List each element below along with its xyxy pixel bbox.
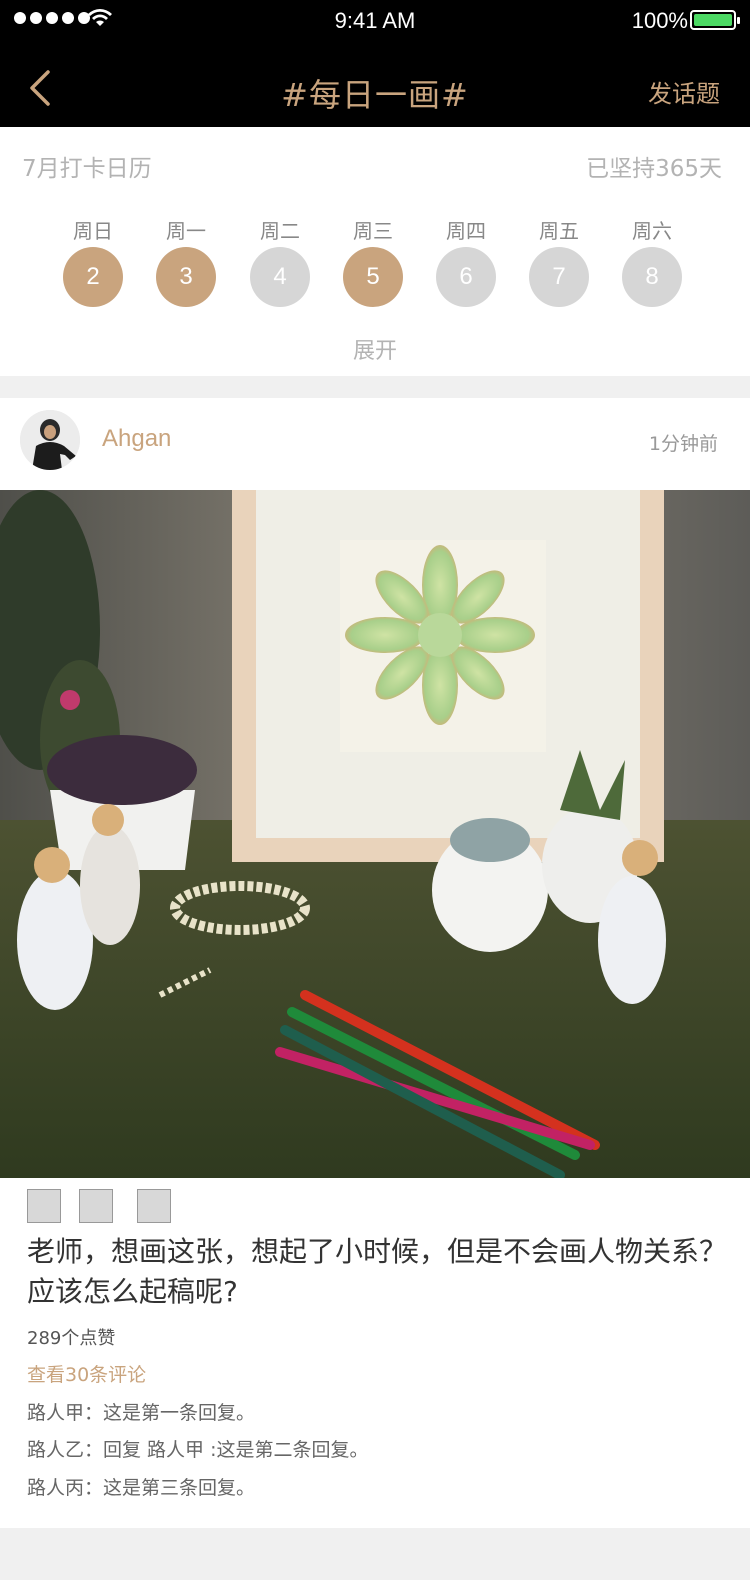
day-circle-unchecked[interactable]: 7 — [529, 247, 589, 307]
day-circle-checked[interactable]: 5 — [343, 247, 403, 307]
comment-reply: 路人丙：这是第三条回复。 — [27, 1477, 256, 1499]
checkin-calendar: 7月打卡日历 已坚持365天 周日 2 周一 3 周二 4 周三 5 周四 6 … — [0, 127, 750, 376]
calendar-day: 周四 6 — [436, 215, 496, 307]
post-topic-button[interactable]: 发话题 — [648, 74, 720, 109]
view-comments-link[interactable]: 查看30条评论 — [27, 1360, 146, 1387]
day-circle-checked[interactable]: 2 — [63, 247, 123, 307]
calendar-month-label: 7月打卡日历 — [22, 156, 152, 182]
weekday-label: 周六 — [632, 219, 672, 243]
comment-reply: 路人乙：回复 路人甲 :这是第二条回复。 — [27, 1439, 369, 1461]
day-circle-checked[interactable]: 3 — [156, 247, 216, 307]
weekday-label: 周四 — [446, 219, 486, 243]
streak-label: 已坚持365天 — [586, 156, 722, 182]
calendar-day: 周五 7 — [529, 215, 589, 307]
like-icon[interactable] — [27, 1189, 61, 1223]
expand-calendar-button[interactable]: 展开 — [0, 333, 750, 365]
weekday-label: 周二 — [260, 219, 300, 243]
calendar-day: 周六 8 — [622, 215, 682, 307]
calendar-day: 周一 3 — [156, 215, 216, 307]
status-bar: 9:41 AM 100% — [0, 0, 750, 40]
comment-icon[interactable] — [79, 1189, 113, 1223]
navigation-bar: #每日一画# 发话题 — [0, 40, 750, 127]
post-timestamp: 1分钟前 — [648, 433, 718, 455]
top-bar: 9:41 AM 100% #每日一画# 发话题 — [0, 0, 750, 127]
day-circle-unchecked[interactable]: 8 — [622, 247, 682, 307]
weekday-label: 周三 — [353, 219, 393, 243]
calendar-day: 周二 4 — [250, 215, 310, 307]
battery-icon — [690, 10, 740, 30]
like-count: 289个点赞 — [27, 1328, 116, 1349]
page-title: #每日一画# — [281, 76, 469, 114]
battery-percentage: 100% — [631, 8, 688, 33]
post-caption: 老师，想画这张，想起了小时候，但是不会画人物关系？应该怎么起稿呢? — [27, 1235, 728, 1308]
weekday-label: 周五 — [539, 219, 579, 243]
post-image[interactable] — [0, 490, 750, 1178]
post-card: Ahgan 1分钟前 老师，想画这张，想起了小时候，但是不会画人物关系？应该怎么… — [0, 398, 750, 1528]
calendar-day: 周三 5 — [343, 215, 403, 307]
share-icon[interactable] — [137, 1189, 171, 1223]
post-username[interactable]: Ahgan — [102, 425, 171, 453]
comment-reply: 路人甲：这是第一条回复。 — [27, 1402, 256, 1424]
weekday-label: 周一 — [166, 219, 206, 243]
weekday-label: 周日 — [73, 219, 113, 243]
day-circle-unchecked[interactable]: 6 — [436, 247, 496, 307]
calendar-day: 周日 2 — [63, 215, 123, 307]
calendar-week-row: 周日 2 周一 3 周二 4 周三 5 周四 6 周五 7 周六 8 — [0, 215, 750, 315]
day-circle-unchecked[interactable]: 4 — [250, 247, 310, 307]
avatar[interactable] — [20, 410, 80, 470]
